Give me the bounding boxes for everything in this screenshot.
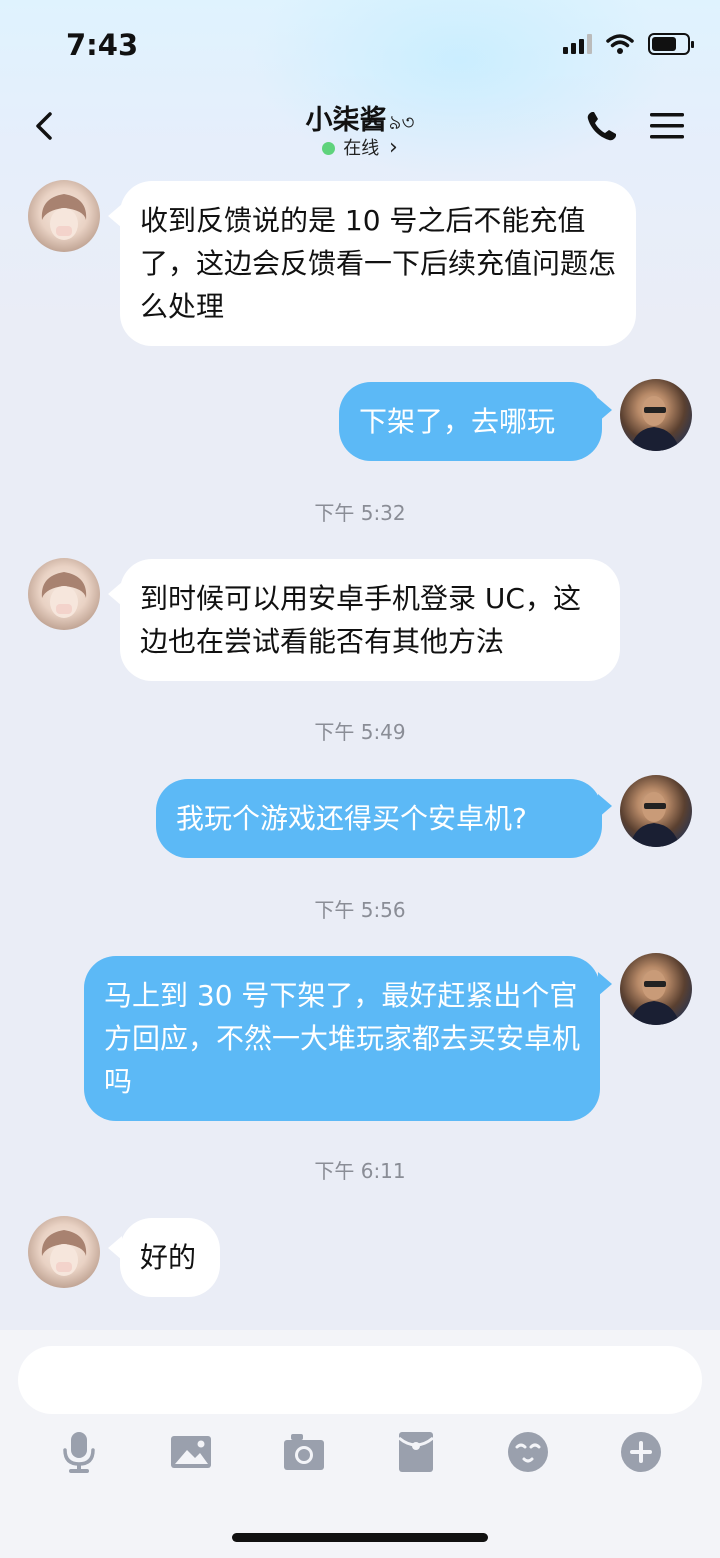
home-indicator[interactable]	[232, 1533, 488, 1542]
plus-icon[interactable]	[619, 1430, 663, 1474]
timestamp: 下午 5:49	[314, 720, 406, 744]
emoji-icon[interactable]	[506, 1430, 550, 1474]
timestamp: 下午 6:11	[314, 1159, 406, 1183]
status-bar: 7:43	[0, 0, 720, 90]
chevron-right-icon: ›	[388, 135, 398, 160]
contact-avatar[interactable]	[28, 558, 100, 630]
battery-icon	[648, 33, 694, 55]
online-dot-icon	[322, 142, 336, 155]
message-bubble-incoming[interactable]: 收到反馈说的是 10 号之后不能充值了，这边会反馈看一下后续充值问题怎么处理	[120, 181, 636, 346]
my-avatar[interactable]	[620, 953, 692, 1025]
message-input[interactable]	[18, 1346, 702, 1414]
message-bubble-incoming[interactable]: 到时候可以用安卓手机登录 UC，这边也在尝试看能否有其他方法	[120, 559, 620, 681]
message-bubble-incoming[interactable]: 好的	[120, 1218, 220, 1297]
cellular-signal-icon	[563, 34, 592, 54]
status-time: 7:43	[66, 28, 139, 62]
chat-header: 小柒酱 ৯৩ 在线 ›	[0, 90, 720, 170]
message-bubble-outgoing[interactable]: 下架了，去哪玩	[339, 382, 602, 461]
phone-icon[interactable]	[584, 108, 620, 144]
microphone-icon[interactable]	[57, 1430, 101, 1474]
bubble-tail	[598, 972, 612, 996]
contact-name: 小柒酱	[305, 105, 387, 136]
message-bubble-outgoing[interactable]: 我玩个游戏还得买个安卓机?	[156, 779, 602, 858]
name-decoration: ৯৩	[388, 110, 415, 134]
my-avatar[interactable]	[620, 379, 692, 451]
online-status-label: 在线	[343, 138, 380, 159]
input-panel	[0, 1330, 720, 1558]
timestamp: 下午 5:32	[314, 501, 406, 525]
red-packet-icon[interactable]	[394, 1430, 438, 1474]
contact-avatar[interactable]	[28, 1216, 100, 1288]
timestamp: 下午 5:56	[314, 898, 406, 922]
input-toolbar	[0, 1430, 720, 1480]
wifi-icon	[606, 34, 634, 54]
menu-icon[interactable]	[650, 110, 684, 142]
status-icons	[563, 33, 694, 55]
image-icon[interactable]	[169, 1430, 213, 1474]
camera-icon[interactable]	[282, 1430, 326, 1474]
message-list[interactable]: 收到反馈说的是 10 号之后不能充值了，这边会反馈看一下后续充值问题怎么处理 下…	[0, 0, 720, 1330]
contact-avatar[interactable]	[28, 180, 100, 252]
message-bubble-outgoing[interactable]: 马上到 30 号下架了，最好赶紧出个官方回应，不然一大堆玩家都去买安卓机吗	[84, 956, 600, 1121]
my-avatar[interactable]	[620, 775, 692, 847]
